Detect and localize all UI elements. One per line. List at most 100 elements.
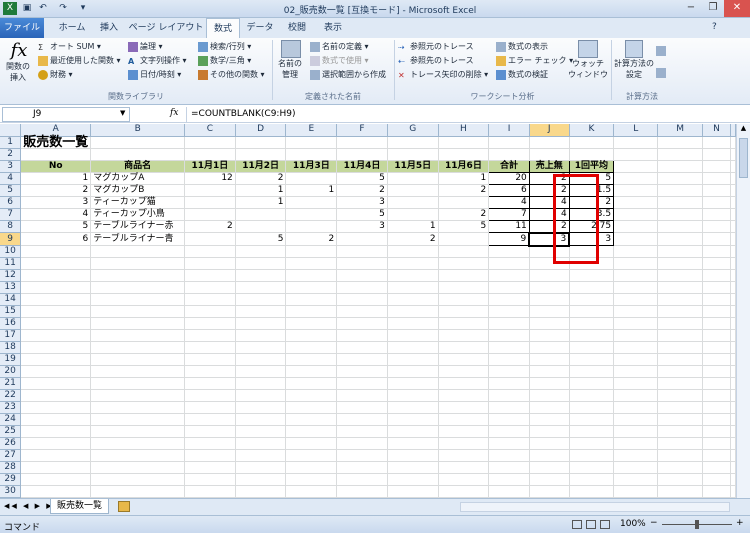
cell[interactable] (657, 245, 704, 258)
cell[interactable] (657, 305, 704, 318)
cell[interactable] (613, 136, 659, 149)
cell[interactable] (488, 473, 530, 486)
row-header[interactable]: 5 (0, 184, 22, 197)
zoom-slider-thumb[interactable] (695, 520, 699, 529)
cell[interactable] (235, 341, 287, 354)
cell[interactable] (529, 389, 570, 402)
row-header[interactable]: 22 (0, 389, 22, 402)
column-header[interactable]: I (488, 124, 530, 137)
cell[interactable] (285, 389, 338, 402)
cell[interactable] (387, 449, 439, 462)
cell[interactable] (657, 437, 704, 450)
cell[interactable] (488, 461, 530, 474)
column-header[interactable] (730, 124, 736, 137)
table-cell[interactable]: 12 (184, 172, 236, 185)
cell[interactable] (702, 473, 731, 486)
table-header-cell[interactable]: 1回平均 (568, 159, 615, 173)
cell[interactable] (702, 365, 731, 378)
cell[interactable] (488, 136, 530, 149)
cell[interactable] (438, 245, 490, 258)
table-cell[interactable]: テーブルライナー青 (90, 232, 186, 246)
table-cell[interactable]: マグカップB (90, 184, 186, 197)
cell[interactable] (336, 341, 388, 354)
trace-precedents-button[interactable]: ⇢ 参照元のトレース (398, 41, 474, 52)
cell[interactable] (90, 473, 186, 486)
row-header[interactable]: 17 (0, 329, 22, 342)
cell[interactable] (438, 269, 490, 282)
remove-arrows-button[interactable]: ✕ トレース矢印の削除 ▾ (398, 69, 488, 80)
cell[interactable] (657, 317, 704, 330)
cell[interactable] (184, 136, 236, 149)
cell[interactable] (285, 461, 338, 474)
autosum-button[interactable]: Σ オート SUM ▾ (38, 41, 101, 52)
name-box[interactable]: J9 (2, 107, 130, 122)
create-from-selection-button[interactable]: 選択範囲から作成 (310, 69, 386, 80)
cell[interactable] (184, 425, 236, 438)
table-cell[interactable] (235, 208, 287, 221)
cell[interactable] (529, 401, 570, 414)
cell[interactable] (90, 461, 186, 474)
cell[interactable] (657, 329, 704, 342)
row-header[interactable]: 20 (0, 365, 22, 378)
cell[interactable] (657, 281, 704, 294)
cell[interactable] (613, 232, 659, 246)
cell[interactable] (529, 485, 570, 498)
row-header[interactable]: 6 (0, 196, 22, 209)
calc-now-icon[interactable] (656, 46, 666, 56)
cell[interactable] (488, 485, 530, 498)
table-cell[interactable]: 2 (235, 172, 287, 185)
cell[interactable] (285, 269, 338, 282)
table-cell[interactable] (387, 196, 439, 209)
show-formulas-button[interactable]: 数式の表示 (496, 41, 548, 52)
cell[interactable] (657, 184, 704, 197)
cell[interactable] (702, 425, 731, 438)
table-header-cell[interactable]: 合計 (488, 159, 530, 173)
restore-button[interactable]: ❐ (702, 0, 724, 17)
cell[interactable] (285, 437, 338, 450)
cell[interactable] (235, 449, 287, 462)
cell[interactable] (569, 365, 615, 378)
insert-sheet-icon[interactable] (118, 501, 130, 512)
table-cell[interactable]: 3 (20, 196, 92, 209)
tab-home[interactable]: ホーム (52, 18, 92, 38)
cell[interactable] (285, 413, 338, 426)
cell[interactable] (387, 329, 439, 342)
tab-review[interactable]: 校閲 (280, 18, 314, 38)
cell[interactable] (569, 341, 615, 354)
cell[interactable] (730, 220, 736, 233)
cell[interactable] (20, 485, 92, 498)
cell[interactable] (90, 269, 186, 282)
cell[interactable] (90, 329, 186, 342)
zoom-out-icon[interactable]: − (650, 518, 658, 528)
cell[interactable] (285, 365, 338, 378)
zoom-level[interactable]: 100% (620, 519, 646, 529)
table-cell[interactable]: 1 (387, 220, 439, 233)
cell[interactable] (702, 317, 731, 330)
cell[interactable] (730, 461, 736, 474)
cell[interactable] (488, 353, 530, 366)
cell[interactable] (20, 257, 92, 270)
cell[interactable] (613, 160, 659, 173)
cell[interactable] (657, 449, 704, 462)
recent-functions-button[interactable]: 最近使用した関数 ▾ (38, 55, 121, 66)
row-header[interactable]: 14 (0, 293, 22, 306)
cell[interactable] (20, 389, 92, 402)
column-header[interactable]: H (438, 124, 490, 137)
table-cell[interactable]: 6 (488, 183, 530, 197)
cell[interactable] (90, 389, 186, 402)
cell[interactable] (90, 341, 186, 354)
cell[interactable] (438, 136, 490, 149)
cell[interactable] (90, 257, 186, 270)
cell[interactable] (730, 257, 736, 270)
cell[interactable] (20, 353, 92, 366)
cell[interactable] (336, 136, 388, 149)
tab-page-layout[interactable]: ページ レイアウト (126, 18, 206, 38)
cell[interactable] (20, 329, 92, 342)
cell[interactable] (657, 365, 704, 378)
cell[interactable] (657, 148, 704, 161)
save-icon[interactable]: ▣ (20, 2, 34, 15)
cell[interactable] (336, 473, 388, 486)
table-cell[interactable]: 4 (488, 195, 530, 209)
cell[interactable] (702, 160, 731, 173)
customize-qat-icon[interactable]: ▾ (76, 2, 90, 15)
